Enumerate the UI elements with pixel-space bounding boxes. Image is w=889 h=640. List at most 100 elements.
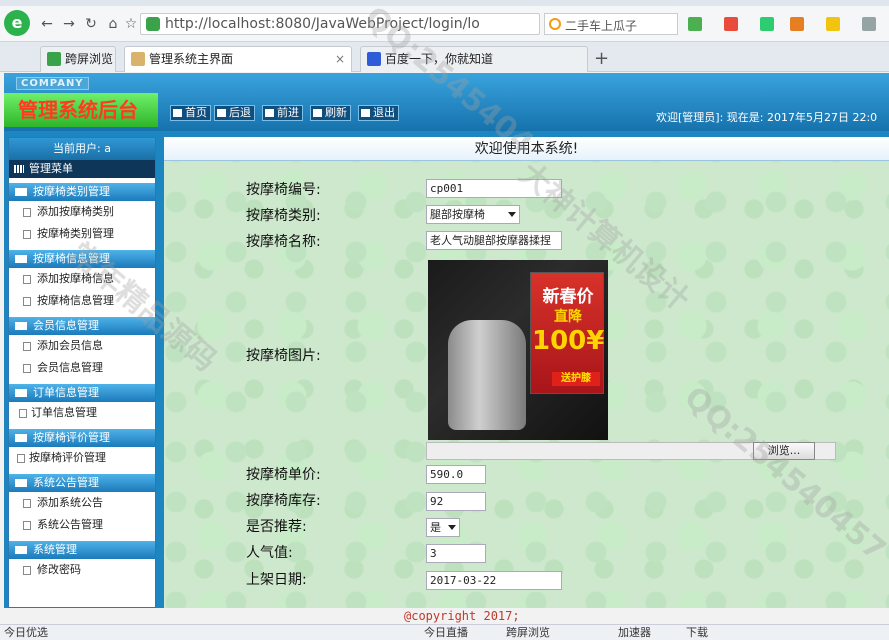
home-icon <box>173 109 182 117</box>
app-header: COMPANY 管理系统后台 首页 后退 前进 刷新 退出 欢迎[管理员]: 现… <box>4 73 889 131</box>
nav-forward-button[interactable]: 前进 <box>262 105 303 121</box>
sidebar-item-change-password[interactable]: 修改密码 <box>9 559 155 581</box>
search-text[interactable]: 二手车上瓜子 <box>565 17 637 34</box>
search-box[interactable]: 二手车上瓜子 <box>544 13 678 35</box>
group-title-label: 按摩椅信息管理 <box>33 252 110 265</box>
page-icon <box>131 52 145 66</box>
recommend-select[interactable]: 是 <box>426 518 460 537</box>
browser-logo-icon[interactable]: e <box>4 10 30 36</box>
status-cross-screen[interactable]: 跨屏浏览 <box>506 625 550 640</box>
forward-arrow-icon <box>265 109 274 117</box>
copyright: @copyright 2017; <box>404 609 520 623</box>
code-label: 按摩椅编号: <box>246 182 321 198</box>
item-label: 订单信息管理 <box>31 406 97 419</box>
search-engine-icon <box>549 18 561 30</box>
refresh-icon[interactable]: ↻ <box>82 15 100 33</box>
popularity-label: 人气值: <box>246 545 293 561</box>
adblock-icon[interactable] <box>790 17 804 31</box>
status-live[interactable]: 今日直播 <box>424 625 468 640</box>
popularity-input[interactable]: 3 <box>426 544 486 563</box>
home-icon[interactable]: ⌂ <box>104 15 122 33</box>
status-accelerator[interactable]: 加速器 <box>618 625 651 640</box>
sidebar-item-add-member[interactable]: 添加会员信息 <box>9 335 155 357</box>
status-left[interactable]: 今日优选 <box>4 625 48 640</box>
group-title[interactable]: 会员信息管理 <box>9 317 155 335</box>
sidebar-item-add-chair[interactable]: 添加按摩椅信息 <box>9 268 155 290</box>
current-user: 当前用户: a <box>9 138 155 160</box>
group-category: 按摩椅类别管理 添加按摩椅类别 按摩椅类别管理 <box>9 183 155 245</box>
group-icon <box>15 479 27 487</box>
code-input[interactable]: cp001 <box>426 179 562 198</box>
sidebar-item-add-category[interactable]: 添加按摩椅类别 <box>9 201 155 223</box>
nav-back-button[interactable]: 后退 <box>214 105 255 121</box>
mail-icon[interactable] <box>724 17 738 31</box>
group-member: 会员信息管理 添加会员信息 会员信息管理 <box>9 317 155 379</box>
system-title: 管理系统后台 <box>4 93 158 127</box>
stock-input[interactable]: 92 <box>426 492 486 511</box>
nav-refresh-button[interactable]: 刷新 <box>310 105 351 121</box>
refresh-icon <box>313 109 322 117</box>
group-title[interactable]: 系统公告管理 <box>9 474 155 492</box>
type-select[interactable]: 腿部按摩椅 <box>426 205 520 224</box>
group-title-label: 订单信息管理 <box>33 386 99 399</box>
group-title[interactable]: 系统管理 <box>9 541 155 559</box>
sidebar-item-manage-review[interactable]: 按摩椅评价管理 <box>9 447 155 469</box>
sidebar-item-add-notice[interactable]: 添加系统公告 <box>9 492 155 514</box>
name-input[interactable]: 老人气动腿部按摩器揉捏 <box>426 231 562 250</box>
group-title-label: 会员信息管理 <box>33 319 99 332</box>
promo-text-1: 新春价 <box>542 287 594 307</box>
apps-icon[interactable] <box>688 17 702 31</box>
item-label: 添加按摩椅类别 <box>37 205 114 218</box>
doc-icon <box>23 208 31 217</box>
nav-home-button[interactable]: 首页 <box>170 105 211 121</box>
doc-icon <box>23 230 31 239</box>
company-logo: COMPANY <box>16 77 89 90</box>
tab-cross-screen[interactable]: 跨屏浏览 <box>40 46 116 72</box>
favorite-star-icon[interactable]: ☆ <box>122 15 140 33</box>
tab-label: 百度一下，你就知道 <box>385 52 494 66</box>
tab-baidu[interactable]: 百度一下，你就知道 <box>360 46 588 72</box>
group-order: 订单信息管理 订单信息管理 <box>9 384 155 424</box>
promo-text-3: 100¥ <box>532 326 605 356</box>
extension-icon[interactable] <box>826 17 840 31</box>
tab-label: 管理系统主界面 <box>149 52 234 66</box>
sidebar-item-manage-order[interactable]: 订单信息管理 <box>9 402 155 424</box>
tab-admin-main[interactable]: 管理系统主界面 × <box>124 46 352 72</box>
date-input[interactable]: 2017-03-22 <box>426 571 562 590</box>
group-icon <box>15 434 27 442</box>
price-input[interactable]: 590.0 <box>426 465 486 484</box>
shield-icon[interactable] <box>760 17 774 31</box>
chevron-down-icon <box>448 525 456 530</box>
date-label: 上架日期: <box>246 572 307 588</box>
sidebar-item-manage-notice[interactable]: 系统公告管理 <box>9 514 155 536</box>
stock-label: 按摩椅库存: <box>246 493 321 509</box>
back-icon[interactable]: ← <box>38 15 56 33</box>
image-label: 按摩椅图片: <box>246 348 321 364</box>
item-label: 系统公告管理 <box>37 518 103 531</box>
forward-icon[interactable]: → <box>60 15 78 33</box>
doc-icon <box>19 409 27 418</box>
status-download[interactable]: 下载 <box>686 625 708 640</box>
nav-logout-button[interactable]: 退出 <box>358 105 399 121</box>
browse-button[interactable]: 浏览... <box>753 442 815 460</box>
promo-text-2: 直降 <box>554 309 582 325</box>
doc-icon <box>17 454 25 463</box>
new-tab-button[interactable]: + <box>594 48 609 69</box>
phone-icon <box>47 52 61 66</box>
address-url[interactable]: http://localhost:8080/JavaWebProject/log… <box>165 16 505 32</box>
address-bar[interactable]: http://localhost:8080/JavaWebProject/log… <box>140 13 540 35</box>
menu-icon[interactable] <box>862 17 876 31</box>
sidebar-item-manage-member[interactable]: 会员信息管理 <box>9 357 155 379</box>
group-title[interactable]: 按摩椅信息管理 <box>9 250 155 268</box>
close-icon[interactable]: × <box>335 47 345 71</box>
sidebar-item-manage-chair[interactable]: 按摩椅信息管理 <box>9 290 155 312</box>
group-title[interactable]: 按摩椅评价管理 <box>9 429 155 447</box>
sidebar: 当前用户: a 管理菜单 按摩椅类别管理 添加按摩椅类别 按摩椅类别管理 按摩椅… <box>8 137 156 608</box>
group-title-label: 按摩椅类别管理 <box>33 185 110 198</box>
doc-icon <box>23 342 31 351</box>
group-title[interactable]: 按摩椅类别管理 <box>9 183 155 201</box>
group-title[interactable]: 订单信息管理 <box>9 384 155 402</box>
menu-heading: 管理菜单 <box>9 160 155 178</box>
sidebar-item-manage-category[interactable]: 按摩椅类别管理 <box>9 223 155 245</box>
baidu-paw-icon <box>367 52 381 66</box>
